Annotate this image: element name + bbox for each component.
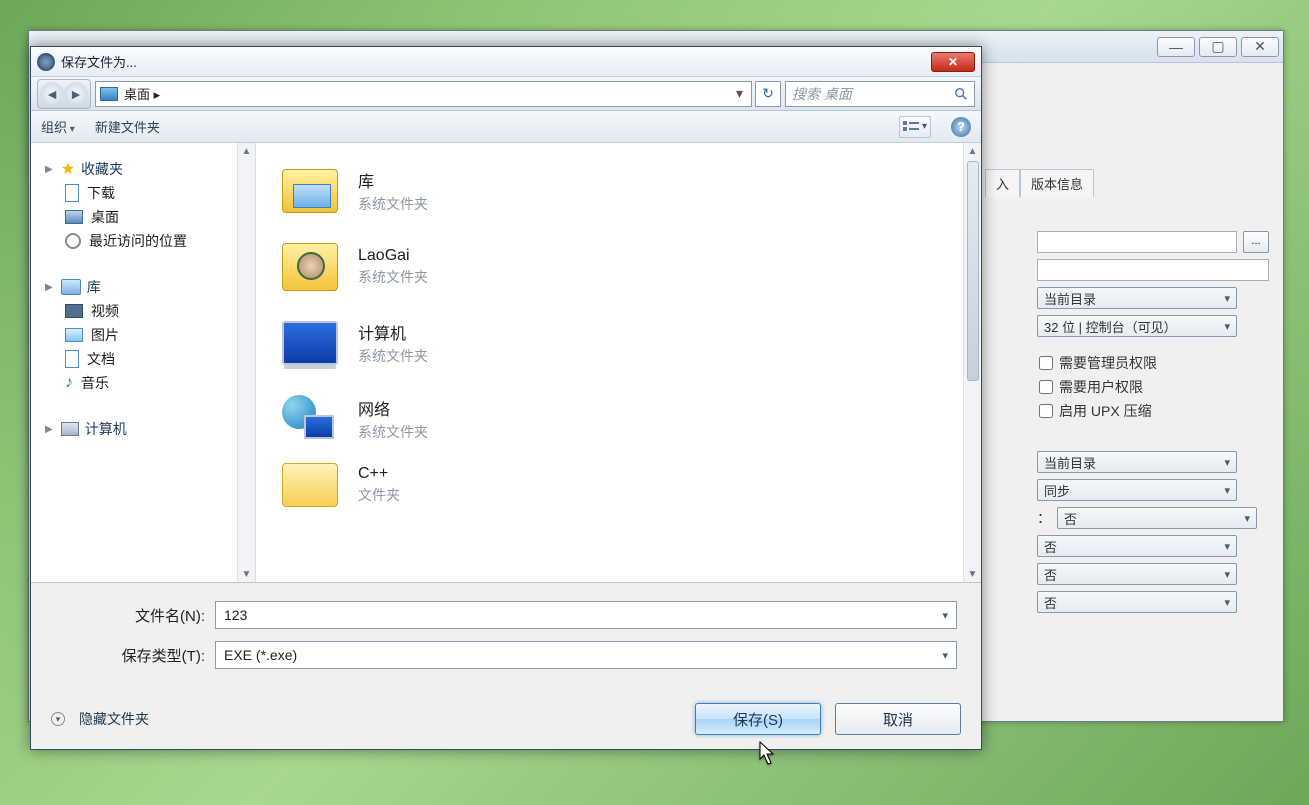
bg-combo-6[interactable]: 否	[1037, 535, 1237, 557]
bg-browse-button[interactable]: ...	[1243, 231, 1269, 253]
recent-icon	[65, 233, 81, 249]
tab-input[interactable]: 入	[985, 169, 1020, 197]
file-list: 库系统文件夹 LaoGai系统文件夹 计算机系统文件夹 网络系统文件夹 C++文…	[256, 143, 981, 582]
bg-check-admin[interactable]: 需要管理员权限	[1039, 353, 1269, 373]
new-folder-button[interactable]: 新建文件夹	[95, 117, 160, 136]
nav-back-forward: ◄ ►	[37, 79, 91, 109]
bg-combo-arch[interactable]: 32 位 | 控制台（可见）	[1037, 315, 1237, 337]
back-button[interactable]: ◄	[40, 82, 64, 106]
breadcrumb: 桌面 ▸	[124, 84, 726, 103]
documents-icon	[65, 350, 79, 368]
bg-check-upx[interactable]: 启用 UPX 压缩	[1039, 401, 1269, 421]
computer-folder-icon	[282, 321, 338, 365]
libraries-icon	[61, 279, 81, 295]
bg-combo-4[interactable]: 同步	[1037, 479, 1237, 501]
nav-row: ◄ ► 桌面 ▸ ▾ ↻ 搜索 桌面	[31, 77, 981, 111]
hide-folders-label[interactable]: 隐藏文件夹	[79, 709, 149, 729]
bg-sep-label: ：	[1037, 508, 1051, 528]
cancel-button[interactable]: 取消	[835, 703, 961, 735]
nav-head-favorites[interactable]: ▶★收藏夹	[45, 159, 251, 179]
list-item[interactable]: 计算机系统文件夹	[280, 305, 981, 381]
forward-button[interactable]: ►	[64, 82, 88, 106]
nav-pictures[interactable]: 图片	[65, 325, 251, 345]
organize-menu[interactable]: 组织	[41, 117, 75, 136]
bg-path-input-1[interactable]	[1037, 231, 1237, 253]
file-icon	[65, 184, 79, 202]
minimize-button[interactable]: —	[1157, 37, 1195, 57]
save-button[interactable]: 保存(S)	[695, 703, 821, 735]
form-area: 文件名(N): 123 保存类型(T): EXE (*.exe)	[31, 583, 981, 689]
libraries-folder-icon	[282, 169, 338, 213]
nav-pane: ▶★收藏夹 下载 桌面 最近访问的位置 ▶库 视频 图片 文档 ♪音乐 ▶计算机…	[31, 143, 256, 582]
dialog-title: 保存文件为...	[61, 52, 931, 71]
search-placeholder: 搜索 桌面	[792, 84, 852, 104]
dialog-close-button[interactable]: ✕	[931, 52, 975, 72]
nav-videos[interactable]: 视频	[65, 301, 251, 321]
maximize-button[interactable]: ▢	[1199, 37, 1237, 57]
network-folder-icon	[282, 395, 338, 443]
help-button[interactable]: ?	[951, 117, 971, 137]
nav-documents[interactable]: 文档	[65, 349, 251, 369]
list-item[interactable]: C++文件夹	[280, 457, 981, 513]
bg-combo-current-dir[interactable]: 当前目录	[1037, 287, 1237, 309]
video-icon	[65, 304, 83, 318]
save-file-dialog: 保存文件为... ✕ ◄ ► 桌面 ▸ ▾ ↻ 搜索 桌面 组织 新建文件夹 ▾…	[30, 46, 982, 750]
address-dropdown[interactable]: ▾	[732, 85, 747, 102]
command-bar: 组织 新建文件夹 ▾ ?	[31, 111, 981, 143]
nav-head-libraries[interactable]: ▶库	[45, 277, 251, 297]
bg-combo-3[interactable]: 当前目录	[1037, 451, 1237, 473]
desktop-icon	[100, 87, 118, 101]
nav-music[interactable]: ♪音乐	[65, 373, 251, 393]
nav-desktop[interactable]: 桌面	[65, 207, 251, 227]
nav-recent[interactable]: 最近访问的位置	[65, 231, 251, 251]
list-item[interactable]: 网络系统文件夹	[280, 381, 981, 457]
dialog-titlebar: 保存文件为... ✕	[31, 47, 981, 77]
star-icon: ★	[61, 159, 75, 179]
list-item[interactable]: 库系统文件夹	[280, 153, 981, 229]
dialog-footer: ▾ 隐藏文件夹 保存(S) 取消	[31, 689, 981, 749]
filetype-label: 保存类型(T):	[55, 645, 205, 666]
desktop-icon	[65, 210, 83, 224]
filename-input[interactable]: 123	[215, 601, 957, 629]
app-icon	[37, 53, 55, 71]
bg-combo-7[interactable]: 否	[1037, 563, 1237, 585]
list-item[interactable]: LaoGai系统文件夹	[280, 229, 981, 305]
filetype-combo[interactable]: EXE (*.exe)	[215, 641, 957, 669]
music-icon: ♪	[65, 374, 73, 392]
bg-combo-5[interactable]: 否	[1057, 507, 1257, 529]
nav-head-computer[interactable]: ▶计算机	[45, 419, 251, 439]
computer-icon	[61, 422, 79, 436]
address-bar[interactable]: 桌面 ▸ ▾	[95, 81, 752, 107]
expand-hide-folders[interactable]: ▾	[51, 712, 65, 726]
bg-path-input-2[interactable]	[1037, 259, 1269, 281]
nav-downloads[interactable]: 下载	[65, 183, 251, 203]
user-folder-icon	[282, 243, 338, 291]
search-icon	[954, 87, 968, 101]
view-button[interactable]: ▾	[899, 116, 931, 138]
pictures-icon	[65, 328, 83, 342]
bg-check-user[interactable]: 需要用户权限	[1039, 377, 1269, 397]
refresh-button[interactable]: ↻	[755, 81, 781, 107]
folder-icon	[282, 463, 338, 507]
bg-combo-8[interactable]: 否	[1037, 591, 1237, 613]
tab-version[interactable]: 版本信息	[1020, 169, 1094, 197]
filename-label: 文件名(N):	[55, 605, 205, 626]
list-scrollbar[interactable]: ▲▼	[963, 143, 981, 582]
close-button[interactable]: ✕	[1241, 37, 1279, 57]
search-input[interactable]: 搜索 桌面	[785, 81, 975, 107]
nav-scrollbar[interactable]: ▲▼	[237, 143, 255, 582]
